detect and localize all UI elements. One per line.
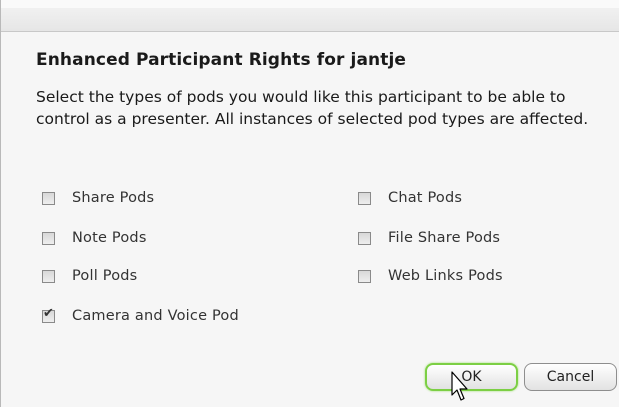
web-links-pods-checkbox[interactable] (358, 269, 371, 283)
share-pods-option[interactable]: Share Pods (42, 190, 154, 206)
poll-pods-label: Poll Pods (72, 268, 138, 284)
dialog-description: Select the types of pods you would like … (36, 88, 589, 128)
web-links-pods-option[interactable]: Web Links Pods (358, 268, 503, 284)
dialog-titlebar[interactable] (1, 0, 619, 32)
chat-pods-option[interactable]: Chat Pods (358, 190, 462, 206)
camera-voice-pod-option[interactable]: ✔ Camera and Voice Pod (42, 305, 239, 324)
file-share-pods-checkbox[interactable] (358, 231, 371, 245)
note-pods-option[interactable]: Note Pods (42, 230, 147, 246)
note-pods-checkbox[interactable] (42, 231, 55, 245)
file-share-pods-label: File Share Pods (388, 230, 501, 246)
participant-rights-dialog: Enhanced Participant Rights for jantje S… (0, 0, 619, 407)
camera-voice-pod-label: Camera and Voice Pod (72, 308, 239, 324)
poll-pods-option[interactable]: Poll Pods (42, 268, 137, 284)
mouse-cursor-icon (451, 371, 468, 401)
ok-button[interactable]: OK (425, 363, 518, 391)
chat-pods-checkbox[interactable] (358, 191, 371, 205)
camera-voice-pod-checkbox[interactable]: ✔ (42, 305, 55, 323)
share-pods-checkbox[interactable] (42, 191, 55, 205)
note-pods-label: Note Pods (72, 230, 147, 246)
checkmark-icon: ✔ (43, 305, 54, 321)
chat-pods-label: Chat Pods (388, 190, 463, 206)
web-links-pods-label: Web Links Pods (388, 268, 503, 284)
poll-pods-checkbox[interactable] (42, 269, 55, 283)
dialog-heading: Enhanced Participant Rights for jantje (36, 50, 407, 70)
cancel-button[interactable]: Cancel (524, 363, 617, 391)
file-share-pods-option[interactable]: File Share Pods (358, 230, 500, 246)
share-pods-label: Share Pods (72, 190, 155, 206)
